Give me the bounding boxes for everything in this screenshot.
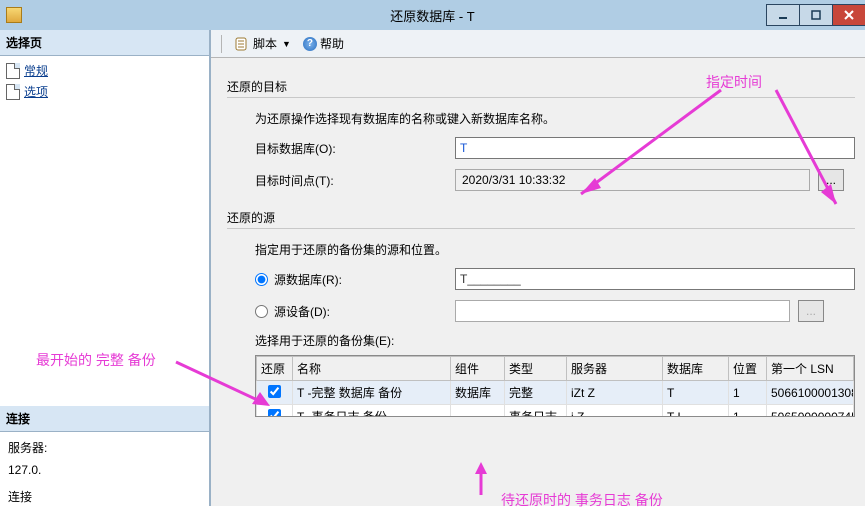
connection-info: 服务器: 127.0. 连接 [0, 432, 209, 515]
target-db-label: 目标数据库(O): [255, 140, 455, 157]
right-pane: 脚本 ▼ ? 帮助 还原的目标 为还原操作选择现有数据库的名称或键入新数据库名称… [211, 30, 865, 506]
script-button[interactable]: 脚本 ▼ [230, 33, 295, 54]
col-component[interactable]: 组件 [451, 357, 505, 381]
cell-type: 事务日志 [505, 405, 567, 418]
source-db-combo[interactable] [455, 268, 855, 290]
script-label: 脚本 [253, 35, 277, 52]
toolbar: 脚本 ▼ ? 帮助 [211, 30, 865, 58]
cell-component [451, 405, 505, 418]
source-hint: 指定用于还原的备份集的源和位置。 [255, 241, 855, 258]
restore-checkbox[interactable] [268, 409, 281, 418]
nav-link-options[interactable]: 选项 [24, 83, 48, 100]
col-position[interactable]: 位置 [729, 357, 767, 381]
col-restore[interactable]: 还原 [257, 357, 293, 381]
target-hint: 为还原操作选择现有数据库的名称或键入新数据库名称。 [255, 110, 855, 127]
cell-name: T -完整 数据库 备份 [293, 381, 451, 405]
col-type[interactable]: 类型 [505, 357, 567, 381]
col-name[interactable]: 名称 [293, 357, 451, 381]
col-server[interactable]: 服务器 [567, 357, 663, 381]
left-pane: 选择页 常规 选项 连接 服务器: 127.0. 连接 [0, 30, 211, 506]
cell-name: T -事务日志 备份 [293, 405, 451, 418]
chevron-down-icon: ▼ [282, 39, 291, 49]
backup-grid[interactable]: 还原 名称 组件 类型 服务器 数据库 位置 第一个 LSN T -完整 数据库… [255, 355, 855, 417]
nav-item-options[interactable]: 选项 [2, 81, 207, 102]
device-browse-button[interactable]: ... [798, 300, 824, 322]
source-device-radio[interactable]: 源设备(D): [255, 303, 455, 320]
page-icon [6, 84, 20, 100]
source-db-radio-label: 源数据库(R): [274, 271, 342, 288]
annotation-log: 待还原时的 事务日志 备份 [501, 490, 663, 510]
target-time-label: 目标时间点(T): [255, 172, 455, 189]
col-database[interactable]: 数据库 [663, 357, 729, 381]
nav-item-general[interactable]: 常规 [2, 60, 207, 81]
server-label: 服务器: [8, 438, 201, 460]
source-device-radio-input[interactable] [255, 305, 268, 318]
window-buttons [766, 4, 865, 26]
col-first-lsn[interactable]: 第一个 LSN [767, 357, 854, 381]
table-row[interactable]: T -事务日志 备份 事务日志i ZT L15065000000745 [257, 405, 854, 418]
cell-database: T [663, 381, 729, 405]
cell-first-lsn: 5065000000745 [767, 405, 854, 418]
page-icon [6, 63, 20, 79]
restore-checkbox[interactable] [268, 385, 281, 398]
source-section-title: 还原的源 [227, 209, 855, 226]
close-button[interactable] [832, 4, 865, 26]
cell-component: 数据库 [451, 381, 505, 405]
select-page-header: 选择页 [0, 30, 209, 56]
time-browse-button[interactable]: ... [818, 169, 844, 191]
maximize-button[interactable] [799, 4, 833, 26]
app-icon [6, 7, 22, 23]
cell-server: i Z [567, 405, 663, 418]
target-time-value: 2020/3/31 10:33:32 [455, 169, 810, 191]
source-db-radio[interactable]: 源数据库(R): [255, 271, 455, 288]
script-icon [234, 36, 250, 52]
cell-first-lsn: 5066100001308 [767, 381, 854, 405]
title-bar: 还原数据库 - T [0, 0, 865, 30]
target-db-combo[interactable] [455, 137, 855, 159]
source-device-radio-label: 源设备(D): [274, 303, 330, 320]
help-label: 帮助 [320, 35, 344, 52]
cell-position: 1 [729, 381, 767, 405]
help-icon: ? [303, 37, 317, 51]
cell-position: 1 [729, 405, 767, 418]
table-row[interactable]: T -完整 数据库 备份数据库完整iZt ZT15066100001308 [257, 381, 854, 405]
cell-database: T L [663, 405, 729, 418]
minimize-button[interactable] [766, 4, 800, 26]
cell-type: 完整 [505, 381, 567, 405]
source-device-textbox [455, 300, 790, 322]
connection-header: 连接 [0, 406, 209, 432]
server-value: 127.0. [8, 460, 201, 482]
backup-sets-label: 选择用于还原的备份集(E): [255, 332, 855, 349]
target-section-title: 还原的目标 [227, 78, 855, 95]
source-db-radio-input[interactable] [255, 273, 268, 286]
nav-link-general[interactable]: 常规 [24, 62, 48, 79]
cell-server: iZt Z [567, 381, 663, 405]
help-button[interactable]: ? 帮助 [299, 33, 348, 54]
window-title: 还原数据库 - T [390, 6, 475, 25]
